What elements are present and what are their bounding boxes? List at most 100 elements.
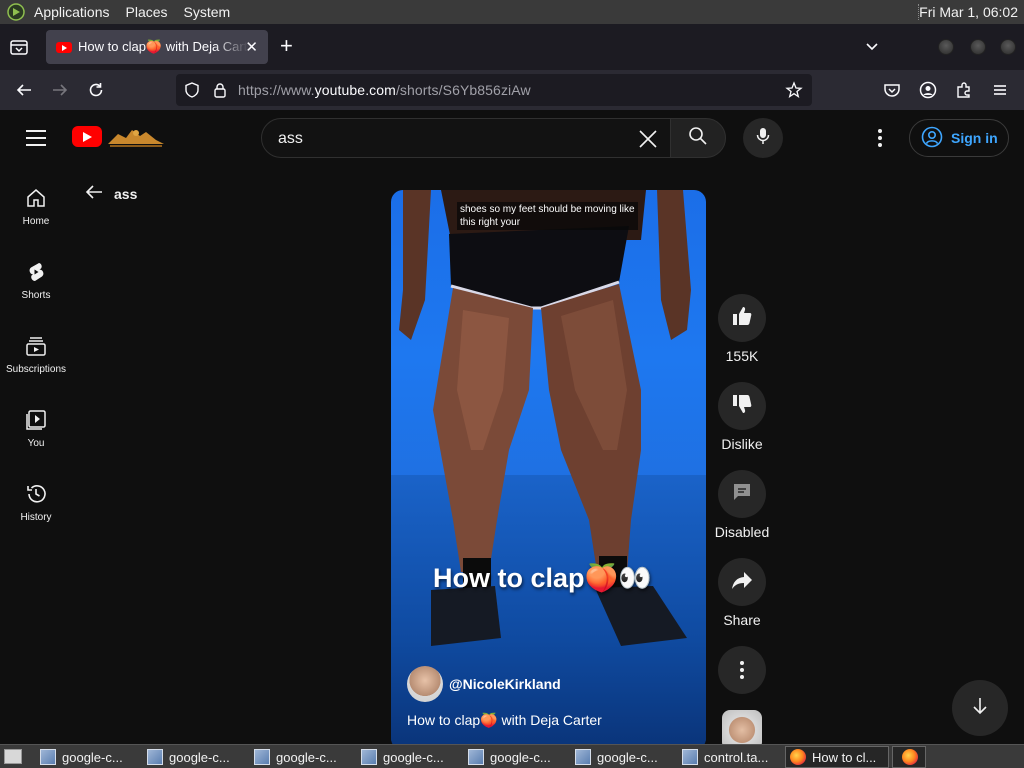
search-box[interactable]: ass xyxy=(261,118,671,158)
list-all-tabs-icon[interactable] xyxy=(864,38,880,59)
channel-name[interactable]: @NicoleKirkland xyxy=(449,676,561,692)
back-query-label: ass xyxy=(114,185,138,202)
sidebar-label-history: History xyxy=(20,512,52,523)
close-tab-icon[interactable]: ✕ xyxy=(245,38,258,56)
sidebar-item-subscriptions[interactable]: Subscriptions xyxy=(0,334,72,375)
dislike-label: Dislike xyxy=(721,436,763,452)
tab-title: How to clap🍑 with Deja Carter xyxy=(78,39,248,54)
back-arrow-icon[interactable] xyxy=(14,80,34,100)
show-desktop-icon[interactable] xyxy=(4,749,22,764)
minimize-window-button[interactable] xyxy=(938,39,954,55)
taskbar-item[interactable]: google-c... xyxy=(250,746,354,768)
terminal-icon xyxy=(682,749,698,765)
sound-thumbnail[interactable] xyxy=(722,710,762,744)
new-tab-icon[interactable]: + xyxy=(280,35,293,57)
arrow-down-icon xyxy=(970,696,990,721)
video-title[interactable]: How to clap🍑 with Deja Carter xyxy=(407,712,602,729)
lock-icon[interactable] xyxy=(210,80,230,100)
taskbar-item-active[interactable]: How to cl... xyxy=(785,746,889,768)
like-count: 155K xyxy=(725,348,759,364)
sign-in-button[interactable]: Sign in xyxy=(909,119,1009,157)
url-prefix: https://www. xyxy=(238,82,315,98)
sign-in-label: Sign in xyxy=(951,130,998,146)
tab-list-icon[interactable] xyxy=(8,36,30,58)
taskbar-item-label: google-c... xyxy=(383,749,444,765)
youtube-favicon-icon xyxy=(56,41,72,53)
terminal-icon xyxy=(468,749,484,765)
sidebar-item-shorts[interactable]: Shorts xyxy=(0,260,72,301)
taskbar-item[interactable]: google-c... xyxy=(464,746,568,768)
comment-icon xyxy=(731,481,753,508)
caption-line-2: this right your xyxy=(460,217,521,228)
you-icon xyxy=(24,408,48,432)
sidebar-label-shorts: Shorts xyxy=(21,290,51,301)
taskbar-item-label: How to cl... xyxy=(812,749,877,765)
extensions-icon[interactable] xyxy=(954,80,974,100)
sidebar-item-history[interactable]: History xyxy=(0,482,72,523)
youtube-doodle-icon[interactable] xyxy=(106,124,166,150)
taskbar-item[interactable]: control.ta... xyxy=(678,746,782,768)
maximize-window-button[interactable] xyxy=(970,39,986,55)
terminal-icon xyxy=(147,749,163,765)
shorts-video-player[interactable]: shoes so my feet should be moving like t… xyxy=(391,190,706,744)
taskbar-item[interactable]: google-c... xyxy=(143,746,247,768)
browser-tab-active[interactable]: How to clap🍑 with Deja Carter ✕ xyxy=(46,30,268,64)
pocket-icon[interactable] xyxy=(882,80,902,100)
caption-line-1: shoes so my feet should be moving like xyxy=(460,204,635,215)
account-circle-icon xyxy=(921,126,943,151)
home-icon xyxy=(24,186,48,210)
back-arrow-icon[interactable] xyxy=(84,182,104,205)
youtube-page: ass Sign in Home Shorts Subscriptions Yo… xyxy=(0,110,1024,744)
url-text[interactable]: https://www.youtube.com/shorts/S6Yb856zi… xyxy=(238,82,531,98)
taskbar-item-label: google-c... xyxy=(62,749,123,765)
taskbar-item[interactable]: google-c... xyxy=(571,746,675,768)
shorts-icon xyxy=(24,260,48,284)
close-window-button[interactable] xyxy=(1000,39,1016,55)
firefox-launcher[interactable] xyxy=(892,746,926,768)
reload-icon[interactable] xyxy=(86,80,106,100)
account-icon[interactable] xyxy=(918,80,938,100)
system-menu[interactable]: System xyxy=(184,4,231,20)
taskbar-item-label: google-c... xyxy=(597,749,658,765)
youtube-logo-icon[interactable] xyxy=(72,126,102,147)
share-button[interactable] xyxy=(718,558,766,606)
taskbar-item-label: google-c... xyxy=(276,749,337,765)
gnome-foot-icon[interactable] xyxy=(6,2,26,22)
voice-search-button[interactable] xyxy=(743,118,783,158)
terminal-icon xyxy=(254,749,270,765)
comments-label: Disabled xyxy=(714,524,770,540)
address-bar[interactable]: https://www.youtube.com/shorts/S6Yb856zi… xyxy=(176,74,812,106)
guide-menu-icon[interactable] xyxy=(26,130,46,146)
history-icon xyxy=(24,482,48,506)
channel-avatar[interactable] xyxy=(407,666,443,702)
url-domain: youtube.com xyxy=(314,82,396,98)
next-short-button[interactable] xyxy=(952,680,1008,736)
taskbar-item-label: google-c... xyxy=(169,749,230,765)
search-button[interactable] xyxy=(670,118,726,158)
dislike-button[interactable] xyxy=(718,382,766,430)
comments-button[interactable] xyxy=(718,470,766,518)
hamburger-menu-icon[interactable] xyxy=(990,80,1010,100)
clear-search-icon[interactable] xyxy=(638,129,658,154)
url-path: /shorts/S6Yb856ziAw xyxy=(395,82,531,98)
back-to-search[interactable]: ass xyxy=(84,182,137,205)
taskbar-item[interactable]: google-c... xyxy=(36,746,140,768)
taskbar: google-c... google-c... google-c... goog… xyxy=(0,744,1024,768)
more-actions-icon[interactable] xyxy=(718,646,766,694)
sidebar-item-home[interactable]: Home xyxy=(0,186,72,227)
terminal-icon xyxy=(40,749,56,765)
settings-more-icon[interactable] xyxy=(870,128,890,148)
places-menu[interactable]: Places xyxy=(126,4,168,20)
applications-menu[interactable]: Applications xyxy=(34,4,110,20)
like-button[interactable] xyxy=(718,294,766,342)
bookmark-star-icon[interactable] xyxy=(784,80,804,100)
forward-arrow-icon[interactable] xyxy=(50,80,70,100)
channel-info[interactable]: @NicoleKirkland xyxy=(407,666,561,702)
taskbar-item[interactable]: google-c... xyxy=(357,746,461,768)
clock[interactable]: Fri Mar 1, 06:02 xyxy=(919,4,1018,20)
tracking-protection-shield-icon[interactable] xyxy=(182,80,202,100)
search-icon xyxy=(688,126,708,151)
sidebar-item-you[interactable]: You xyxy=(0,408,72,449)
search-input[interactable]: ass xyxy=(278,130,303,148)
taskbar-item-label: google-c... xyxy=(490,749,551,765)
